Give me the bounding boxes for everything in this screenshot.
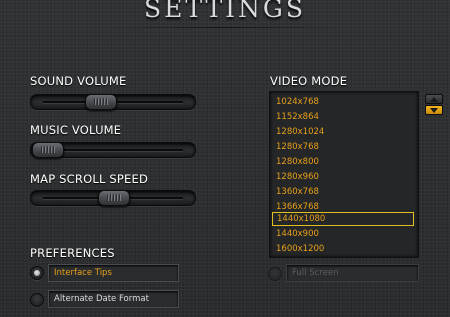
video-mode-item[interactable]: 1280x1024: [272, 125, 414, 139]
arrow-down-icon: [430, 108, 438, 113]
title-divider: [105, 27, 345, 28]
interface-tips-option[interactable]: Interface Tips: [48, 264, 179, 282]
video-mode-item[interactable]: 1152x864: [272, 110, 414, 124]
scroll-down-button[interactable]: [425, 105, 443, 115]
map-scroll-speed-slider[interactable]: [30, 190, 196, 206]
music-volume-slider[interactable]: [30, 142, 196, 158]
sound-volume-knob[interactable]: [84, 94, 117, 110]
music-volume-knob[interactable]: [32, 142, 64, 158]
alternate-date-format-radio[interactable]: [30, 293, 44, 307]
full-screen-option[interactable]: Full Screen: [286, 264, 419, 282]
sound-volume-label: SOUND VOLUME: [30, 74, 127, 88]
map-scroll-speed-label: MAP SCROLL SPEED: [30, 172, 149, 186]
video-mode-label: VIDEO MODE: [270, 74, 348, 88]
scroll-up-button[interactable]: [425, 94, 443, 104]
video-mode-item[interactable]: 1280x800: [272, 155, 414, 169]
video-mode-item[interactable]: 1440x1080: [272, 212, 414, 226]
video-mode-item[interactable]: 1280x768: [272, 140, 414, 154]
video-mode-item[interactable]: 1360x768: [272, 185, 414, 199]
alternate-date-format-option[interactable]: Alternate Date Format: [48, 290, 179, 308]
arrow-up-icon: [430, 97, 438, 102]
slider-groove: [43, 149, 183, 152]
interface-tips-radio[interactable]: [30, 266, 44, 280]
full-screen-radio[interactable]: [268, 267, 282, 281]
video-mode-item[interactable]: 1440x900: [272, 227, 414, 241]
music-volume-label: MUSIC VOLUME: [30, 123, 122, 137]
preferences-label: PREFERENCES: [30, 246, 115, 260]
video-mode-item[interactable]: 1024x768: [272, 95, 414, 109]
page-title: SETTINGS: [143, 0, 307, 23]
video-mode-item[interactable]: 1280x960: [272, 170, 414, 184]
map-scroll-speed-knob[interactable]: [98, 190, 130, 206]
video-mode-list[interactable]: 1024x768 1152x864 1280x1024 1280x768 128…: [269, 91, 419, 258]
video-mode-item[interactable]: 1600x1200: [272, 242, 414, 256]
sound-volume-slider[interactable]: [30, 94, 196, 110]
